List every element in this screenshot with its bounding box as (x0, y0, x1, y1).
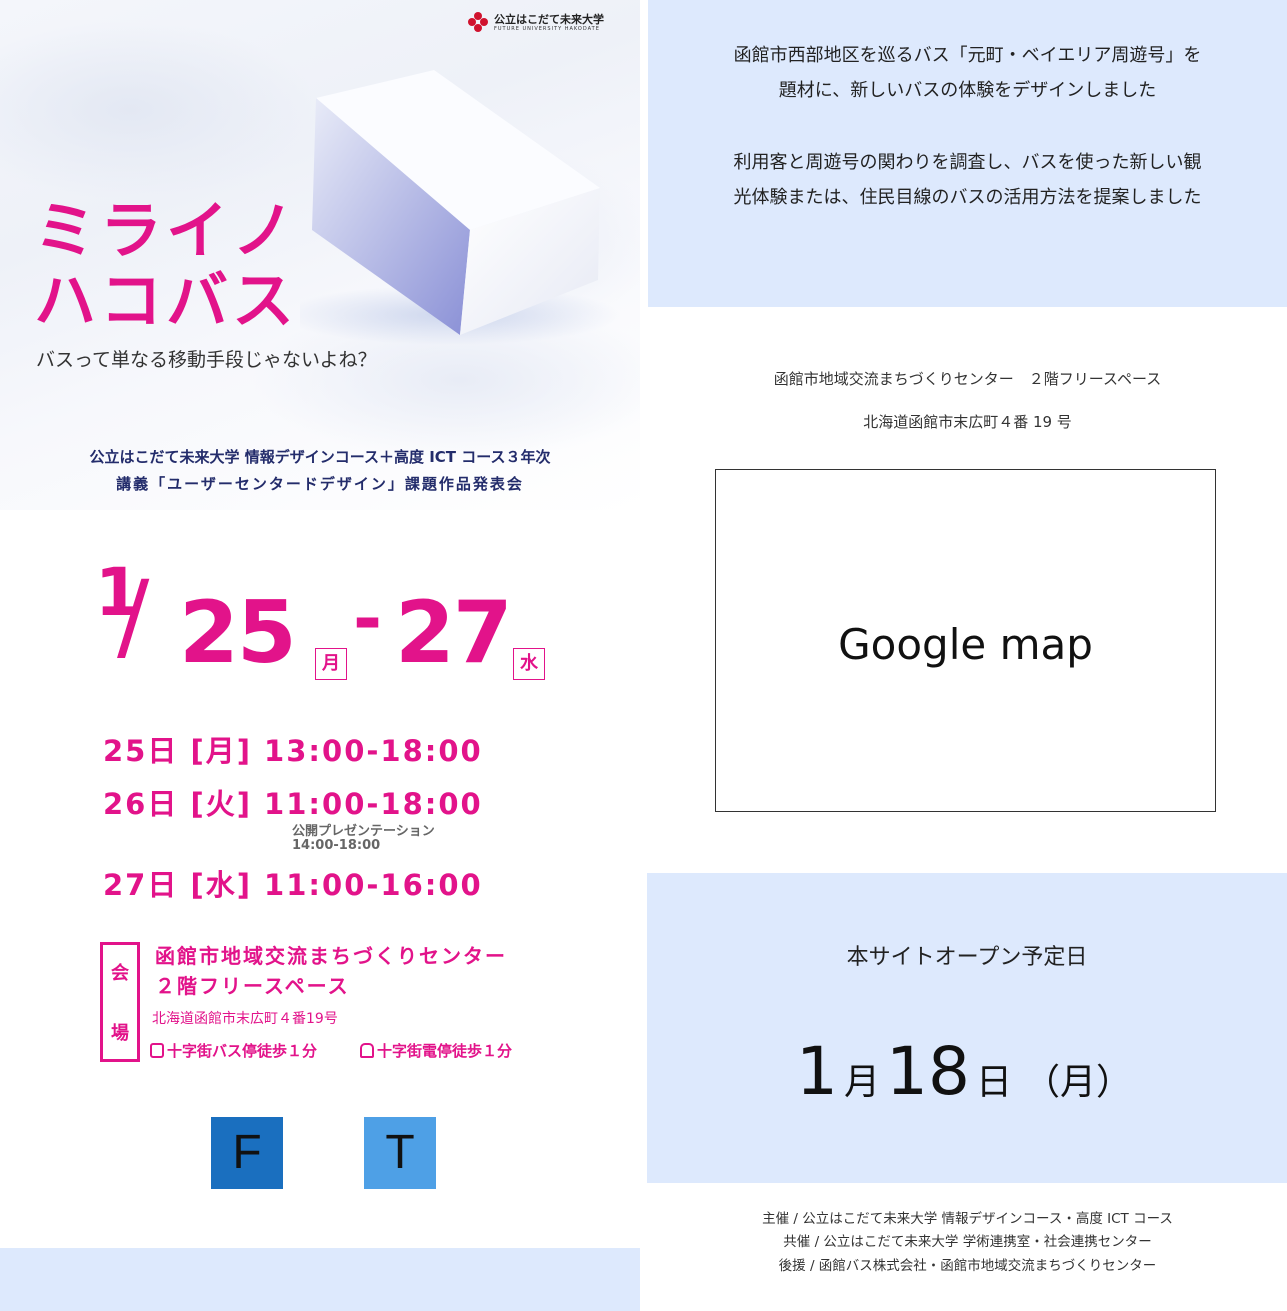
site-open-label: 本サイトオープン予定日 (846, 945, 1088, 970)
presentation-note-time: 14:00-18:00 (292, 838, 381, 853)
map-placeholder[interactable]: Google map (715, 469, 1216, 812)
access-tram: 十字街電停徒歩１分 (360, 1040, 512, 1061)
site-open-month-unit: 月 (843, 1062, 880, 1103)
site-open-day: 18 (886, 1033, 970, 1110)
tagline: バスって単なる移動手段じゃないよね？ (36, 349, 377, 371)
left-footer-bar (0, 1248, 640, 1311)
venue-name-line-1: 函館市地域交流まちづくりセンター (155, 944, 507, 968)
venue-label: 会 場 (100, 942, 140, 1062)
site-open-month: 1 (795, 1033, 838, 1110)
hero-image: 公立はこだて未来大学 FUTURE UNIVERSITY HAKODATE ミラ… (0, 0, 640, 510)
site-open-date: 1 月18 日 （月） (647, 1033, 1287, 1110)
event-start-day: 25 (179, 583, 297, 683)
date-dash: - (353, 578, 382, 660)
venue-name-line-2: ２階フリースペース (155, 974, 350, 998)
intro-line-1: 函館市西部地区を巡るバス「元町・ベイエリア周遊号」を (733, 45, 1202, 66)
event-poster: 公立はこだて未来大学 FUTURE UNIVERSITY HAKODATE ミラ… (0, 0, 640, 1311)
map-label: Google map (838, 620, 1093, 669)
date-slash: / (117, 560, 149, 672)
white-box-illustration (300, 70, 620, 345)
access-tram-text: 十字街電停徒歩１分 (377, 1042, 513, 1060)
credit-cohost: 共催 / 公立はこだて未来大学 学術連携室・社会連携センター (783, 1234, 1152, 1250)
event-end-day: 27 (395, 583, 513, 683)
venue-address-right: 北海道函館市末広町４番 19 号 (863, 413, 1072, 431)
schedule-day-2: 26日 [火] 11:00-18:00 (103, 787, 483, 821)
site-open-weekday: （月） (1024, 1062, 1133, 1103)
course-line-1: 公立はこだて未来大学 情報デザインコース＋高度 ICT コース３年次 (89, 448, 551, 466)
presentation-note-title: 公開プレゼンテーション (292, 824, 435, 839)
bus-icon (150, 1043, 164, 1058)
credit-host: 主催 / 公立はこだて未来大学 情報デザインコース・高度 ICT コース (762, 1211, 1173, 1227)
course-line-2: 講義「ユーザーセンタードデザイン」課題作品発表会 (116, 475, 524, 493)
venue-address: 北海道函館市末広町４番19号 (152, 1011, 338, 1027)
university-logo-english: FUTURE UNIVERSITY HAKODATE (494, 26, 600, 32)
snow-texture (0, 20, 320, 200)
university-logo: 公立はこだて未来大学 FUTURE UNIVERSITY HAKODATE (468, 10, 628, 36)
intro-line-4: 光体験または、住民目線のバスの活用方法を提案しました (733, 187, 1202, 208)
university-logo-name: 公立はこだて未来大学 (494, 13, 604, 26)
event-end-weekday: 水 (513, 648, 545, 680)
venue-name-right: 函館市地域交流まちづくりセンター ２階フリースペース (773, 370, 1162, 388)
intro-line-2: 題材に、新しいバスの体験をデザインしました (778, 80, 1157, 101)
access-bus-text: 十字街バス停徒歩１分 (167, 1042, 318, 1060)
intro-line-3: 利用客と周遊号の関わりを調査し、バスを使った新しい観 (733, 152, 1202, 173)
access-bus: 十字街バス停徒歩１分 (150, 1040, 317, 1061)
venue-label-top: 会 (111, 963, 129, 984)
university-mark-icon (468, 12, 488, 32)
title-line-1: ミライノ (34, 194, 299, 267)
facebook-button[interactable]: F (211, 1117, 283, 1189)
site-open-panel: 本サイトオープン予定日 1 月18 日 （月） (647, 873, 1287, 1183)
twitter-button[interactable]: T (364, 1117, 436, 1189)
intro-panel: 函館市西部地区を巡るバス「元町・ベイエリア周遊号」を 題材に、新しいバスの体験を… (648, 0, 1287, 307)
venue-label-bottom: 場 (111, 1023, 129, 1044)
event-start-weekday: 月 (315, 648, 347, 680)
schedule-day-3: 27日 [水] 11:00-16:00 (103, 868, 483, 902)
facebook-icon: F (232, 1126, 262, 1179)
tram-icon (360, 1043, 374, 1058)
site-open-day-unit: 日 (975, 1062, 1012, 1103)
credit-support: 後援 / 函館バス株式会社・函館市地域交流まちづくりセンター (778, 1258, 1157, 1274)
twitter-icon: T (385, 1126, 415, 1179)
schedule-day-1: 25日 [月] 13:00-18:00 (103, 734, 483, 768)
event-date: 1 / 25 月 - 27 水 (95, 560, 555, 700)
title-line-2: ハコバス (34, 264, 299, 337)
